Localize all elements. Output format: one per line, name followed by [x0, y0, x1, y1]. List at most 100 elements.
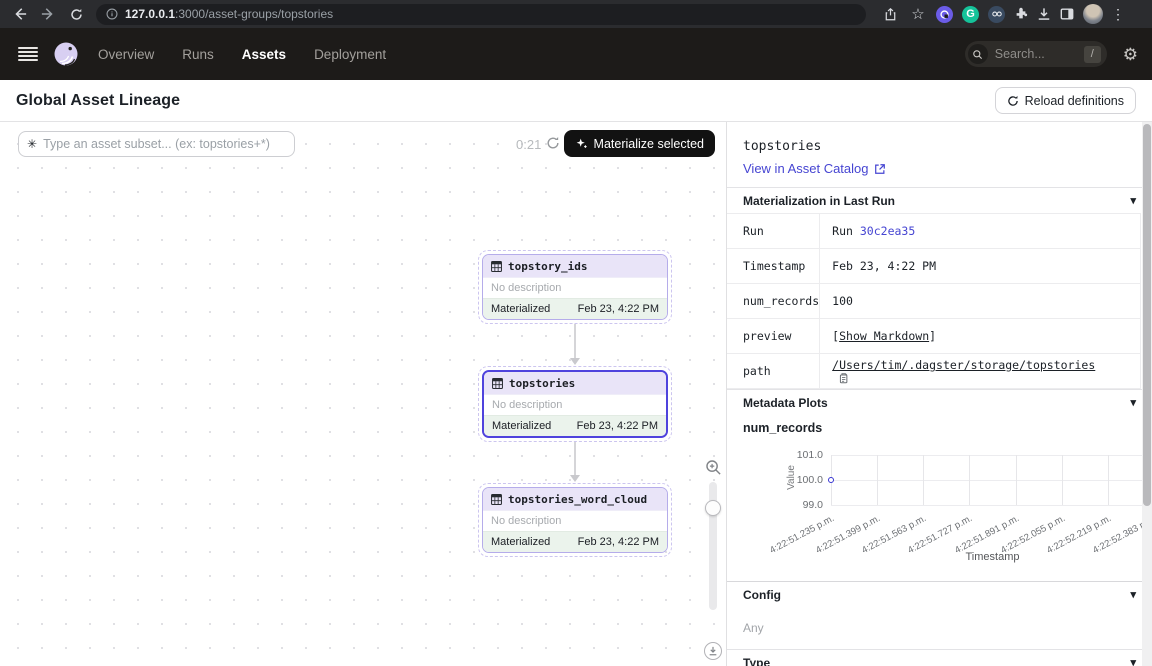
num-records-value: 100	[820, 284, 1141, 319]
nav-deployment[interactable]: Deployment	[314, 47, 386, 62]
asset-status-row: Materialized Feb 23, 4:22 PM	[484, 415, 666, 436]
table-row-num-records: num_records 100	[727, 284, 1141, 319]
plot-area	[831, 455, 1152, 505]
chevron-down-icon[interactable]: ▾	[1130, 396, 1136, 409]
section-config[interactable]: Config ▾	[727, 581, 1152, 607]
copy-icon[interactable]	[837, 372, 849, 384]
asset-node-wrapper: topstories_word_cloud No description Mat…	[478, 483, 672, 557]
sparkle-icon	[575, 137, 588, 150]
edge-topstory-ids-to-topstories	[574, 324, 576, 358]
section-metadata-plots[interactable]: Metadata Plots ▾	[727, 389, 1152, 415]
data-point[interactable]	[828, 477, 834, 483]
reload-icon[interactable]	[64, 3, 88, 25]
app-navbar: Overview Runs Assets Deployment / ⚙	[0, 28, 1152, 80]
address-bar[interactable]: 127.0.0.1:3000/asset-groups/topstories	[96, 4, 866, 25]
site-info-icon[interactable]	[106, 8, 118, 20]
settings-gear-icon[interactable]: ⚙	[1123, 46, 1138, 63]
asset-name: topstories	[509, 377, 575, 390]
browser-menu-kebab-icon[interactable]: ⋮	[1112, 3, 1124, 25]
asset-description: No description	[483, 277, 667, 298]
row-label: Run	[727, 214, 820, 249]
materialized-timestamp: Feb 23, 4:22 PM	[578, 303, 659, 315]
asset-node-wrapper: topstories No description Materialized F…	[478, 366, 672, 442]
timestamp-value: Feb 23, 4:22 PM	[820, 249, 1141, 284]
asset-detail-panel: topstories View in Asset Catalog Materia…	[727, 122, 1152, 666]
y-tick: 101.0	[743, 449, 823, 461]
graph-refresh-icon[interactable]	[546, 136, 560, 150]
config-value: Any	[727, 607, 1152, 649]
scrollbar-thumb[interactable]	[1143, 124, 1151, 506]
asset-node-topstories[interactable]: topstories No description Materialized F…	[482, 370, 668, 438]
asset-panel-title: topstories	[743, 139, 1136, 154]
search-icon	[968, 44, 988, 64]
asset-status-row: Materialized Feb 23, 4:22 PM	[483, 298, 667, 319]
profile-avatar[interactable]	[1083, 4, 1103, 24]
row-label: path	[727, 354, 820, 389]
asset-name: topstories_word_cloud	[508, 493, 647, 506]
path-link[interactable]: /Users/tim/.dagster/storage/topstories	[832, 358, 1095, 372]
asset-lineage-canvas[interactable]: ✳ 0:21 Materialize selected topstory_ids	[0, 122, 727, 666]
run-id-link[interactable]: 30c2ea35	[860, 224, 915, 238]
status-badge: Materialized	[492, 420, 551, 432]
share-icon[interactable]	[878, 3, 902, 25]
back-icon[interactable]	[8, 3, 32, 25]
plot-title: num_records	[743, 421, 1136, 435]
asset-description: No description	[483, 510, 667, 531]
metadata-table: Run Run 30c2ea35 Timestamp Feb 23, 4:22 …	[727, 213, 1141, 389]
dagster-logo[interactable]	[52, 40, 80, 68]
primary-nav: Overview Runs Assets Deployment	[98, 47, 386, 62]
extension-icon-purple[interactable]	[936, 6, 953, 23]
zoom-in-icon[interactable]	[705, 459, 722, 476]
asset-subset-icon: ✳	[27, 137, 37, 151]
side-panel-icon[interactable]	[1060, 7, 1074, 21]
section-type[interactable]: Type ▾	[727, 649, 1152, 666]
section-materialization-last-run[interactable]: Materialization in Last Run ▾	[727, 187, 1152, 213]
global-search[interactable]: /	[965, 41, 1107, 67]
page-title: Global Asset Lineage	[16, 92, 180, 110]
downloads-icon[interactable]	[1037, 7, 1051, 21]
table-row-timestamp: Timestamp Feb 23, 4:22 PM	[727, 249, 1141, 284]
table-row-path: path /Users/tim/.dagster/storage/topstor…	[727, 354, 1141, 389]
materialized-timestamp: Feb 23, 4:22 PM	[577, 420, 658, 432]
table-row-run: Run Run 30c2ea35	[727, 214, 1141, 249]
edge-arrowhead	[570, 358, 580, 365]
zoom-slider-handle[interactable]	[705, 500, 721, 516]
goggles-extension-icon[interactable]	[988, 6, 1005, 23]
y-tick: 99.0	[743, 499, 823, 511]
forward-icon[interactable]	[36, 3, 60, 25]
nav-assets[interactable]: Assets	[242, 47, 286, 62]
show-markdown-link[interactable]: Show Markdown	[839, 329, 929, 343]
y-tick: 100.0	[743, 474, 823, 486]
hamburger-menu-icon[interactable]	[18, 47, 38, 61]
view-in-asset-catalog-link[interactable]: View in Asset Catalog	[743, 161, 886, 176]
nav-overview[interactable]: Overview	[98, 47, 154, 62]
asset-status-row: Materialized Feb 23, 4:22 PM	[483, 531, 667, 552]
materialized-timestamp: Feb 23, 4:22 PM	[578, 536, 659, 548]
materialize-selected-button[interactable]: Materialize selected	[564, 130, 715, 157]
refresh-icon	[1007, 95, 1019, 107]
edge-arrowhead	[570, 475, 580, 482]
reload-definitions-button[interactable]: Reload definitions	[995, 87, 1136, 114]
asset-filter-input[interactable]	[43, 137, 286, 151]
url-text: 127.0.0.1:3000/asset-groups/topstories	[125, 7, 333, 21]
table-row-preview: preview [Show Markdown]	[727, 319, 1141, 354]
grammarly-icon[interactable]: G	[962, 6, 979, 23]
bookmark-star-icon[interactable]: ☆	[906, 3, 930, 25]
asset-description: No description	[484, 394, 666, 415]
asset-filter-box[interactable]: ✳	[18, 131, 295, 157]
search-input[interactable]	[995, 47, 1065, 61]
scroll-to-bottom-icon[interactable]	[704, 642, 722, 660]
row-label: preview	[727, 319, 820, 354]
asset-node-wrapper: topstory_ids No description Materialized…	[478, 250, 672, 324]
run-prefix: Run	[832, 224, 860, 238]
puzzle-extensions-icon[interactable]	[1014, 7, 1028, 21]
nav-runs[interactable]: Runs	[182, 47, 214, 62]
extension-icons: G ⋮	[936, 3, 1124, 25]
metadata-plot-block: num_records Value 101.0 100.0 99.0 4:22:…	[727, 415, 1152, 581]
asset-node-topstory-ids[interactable]: topstory_ids No description Materialized…	[482, 254, 668, 320]
asset-node-topstories-word-cloud[interactable]: topstories_word_cloud No description Mat…	[482, 487, 668, 553]
panel-scrollbar[interactable]	[1142, 122, 1152, 666]
chevron-down-icon[interactable]: ▾	[1130, 194, 1136, 207]
chevron-down-icon[interactable]: ▾	[1130, 588, 1136, 601]
chevron-down-icon[interactable]: ▾	[1130, 656, 1136, 666]
